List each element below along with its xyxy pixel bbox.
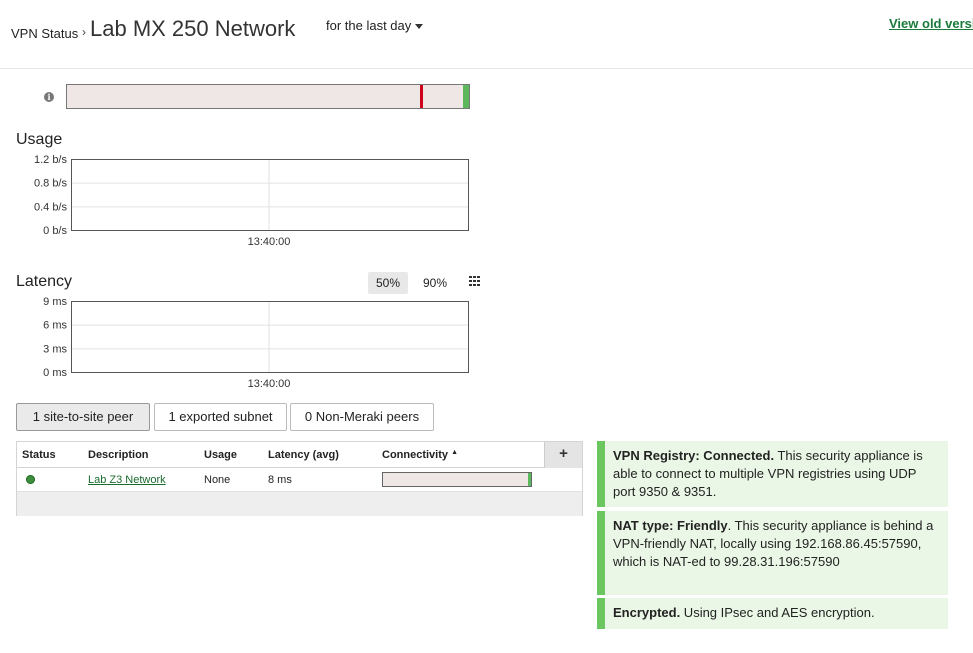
- breadcrumb-separator: ›: [82, 25, 86, 39]
- grid-icon[interactable]: [469, 276, 481, 286]
- latency-90-percentile-toggle[interactable]: 90%: [415, 272, 455, 294]
- table-footer: [17, 492, 582, 516]
- timespan-dropdown[interactable]: for the last day: [326, 18, 424, 33]
- peer-latency: 8 ms: [268, 474, 292, 486]
- tab-exported-subnets[interactable]: 1 exported subnet: [154, 403, 287, 431]
- column-header-description[interactable]: Description: [88, 449, 149, 461]
- latency-title: Latency: [16, 273, 73, 290]
- usage-y-tick-label: 0 b/s: [43, 225, 67, 237]
- peers-table: Status Description Usage Latency (avg) C…: [16, 441, 583, 516]
- column-header-connectivity[interactable]: Connectivity ▲: [382, 449, 458, 461]
- connectivity-header-label: Connectivity: [382, 449, 449, 461]
- sort-ascending-icon: ▲: [451, 449, 459, 456]
- column-header-latency[interactable]: Latency (avg): [268, 449, 339, 461]
- connectivity-connected-segment: [528, 473, 531, 486]
- timespan-label: for the last day: [326, 18, 412, 33]
- usage-x-tick-label: 13:40:00: [248, 236, 291, 248]
- vpn-registry-status: VPN Registry: Connected.: [613, 448, 775, 463]
- encryption-status: Encrypted.: [613, 605, 681, 620]
- status-online-icon: [26, 475, 35, 484]
- latency-y-tick-label: 3 ms: [43, 343, 67, 355]
- usage-chart: 1.2 b/s 0.8 b/s 0.4 b/s 0 b/s 13:40:00: [0, 152, 480, 257]
- encryption-description: Using IPsec and AES encryption.: [680, 605, 875, 620]
- usage-chart-svg: 1.2 b/s 0.8 b/s 0.4 b/s 0 b/s 13:40:00: [34, 154, 469, 248]
- view-old-version-link[interactable]: View old versi: [889, 16, 973, 31]
- add-column-button[interactable]: +: [544, 442, 582, 468]
- timeline-outage-marker: [420, 85, 423, 108]
- vpn-registry-note: VPN Registry: Connected. This security a…: [597, 441, 948, 507]
- peer-name-link[interactable]: Lab Z3 Network: [88, 474, 166, 486]
- timeline-connected-marker: [463, 85, 469, 108]
- latency-plot-frame: [71, 301, 469, 373]
- latency-50-percentile-toggle[interactable]: 50%: [368, 272, 409, 294]
- table-header: Status Description Usage Latency (avg) C…: [17, 442, 582, 468]
- column-header-status[interactable]: Status: [22, 449, 56, 461]
- tab-non-meraki-peers[interactable]: 0 Non-Meraki peers: [290, 403, 434, 431]
- latency-chart: 9 ms 6 ms 3 ms 0 ms 13:40:00: [0, 294, 480, 399]
- usage-plot-frame: [71, 159, 469, 231]
- page-header: VPN Status › Lab MX 250 Network for the …: [0, 0, 973, 69]
- usage-y-tick-label: 1.2 b/s: [34, 154, 68, 166]
- latency-y-tick-label: 9 ms: [43, 296, 67, 308]
- peer-connectivity-bar: [382, 472, 532, 487]
- latency-x-tick-label: 13:40:00: [248, 378, 291, 390]
- encryption-note: Encrypted. Using IPsec and AES encryptio…: [597, 598, 948, 629]
- table-row: Lab Z3 Network None 8 ms: [17, 468, 582, 492]
- info-icon[interactable]: i: [44, 92, 54, 102]
- usage-title: Usage: [16, 131, 63, 148]
- latency-y-tick-label: 0 ms: [43, 367, 67, 379]
- breadcrumb[interactable]: VPN Status: [11, 26, 78, 41]
- latency-y-tick-label: 6 ms: [43, 320, 67, 332]
- connectivity-timeline: [66, 84, 470, 109]
- usage-y-tick-label: 0.8 b/s: [34, 178, 68, 190]
- nat-type-status: NAT type: Friendly: [613, 518, 728, 533]
- tab-site-to-site-peers[interactable]: 1 site-to-site peer: [16, 403, 150, 431]
- usage-y-tick-label: 0.4 b/s: [34, 201, 68, 213]
- column-header-usage[interactable]: Usage: [204, 449, 237, 461]
- chevron-down-icon: [415, 24, 424, 30]
- peer-usage: None: [204, 474, 231, 486]
- nat-type-note: NAT type: Friendly. This security applia…: [597, 511, 948, 595]
- latency-chart-svg: 9 ms 6 ms 3 ms 0 ms 13:40:00: [43, 296, 469, 390]
- page-title: Lab MX 250 Network: [90, 16, 296, 41]
